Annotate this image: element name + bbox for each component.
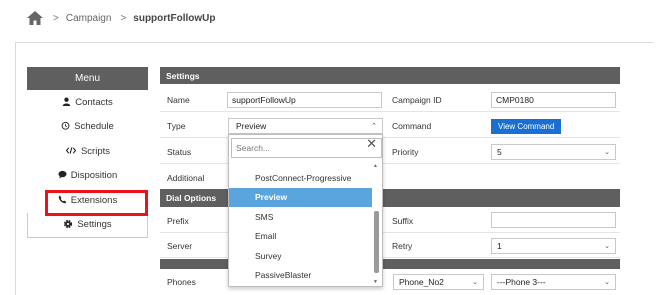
retry-select[interactable]: 1 ⌄ [491,238,616,254]
dropdown-option[interactable]: PostConnect-Progressive [229,168,372,188]
home-icon[interactable] [26,10,44,26]
menu-item-label: Schedule [74,121,114,133]
status-label: Status [167,147,192,157]
menu-item-contacts[interactable]: Contacts [27,90,148,115]
user-icon [62,97,71,108]
command-label: Command [392,121,432,131]
menu-item-disposition[interactable]: Disposition [27,164,148,189]
campaign-id-label: Campaign ID [392,95,442,105]
suffix-label: Suffix [392,216,414,226]
campaign-id-input[interactable]: CMP0180 [491,92,616,108]
scrollbar-thumb[interactable] [374,211,379,273]
menu-item-label: Contacts [75,96,113,108]
menu-item-label: Settings [77,219,112,230]
dropdown-options: PostConnect-Progressive Preview SMS Emai… [229,168,372,285]
priority-select-value: 5 [497,147,502,157]
type-dropdown: Search... ✕ PostConnect-Progressive Prev… [228,134,383,287]
settings-header: Settings [160,67,620,84]
phone-2-select[interactable]: Phone_No2 ⌄ [393,274,484,290]
chevron-down-icon: ⌄ [472,279,478,286]
retry-label: Retry [392,241,413,251]
breadcrumb-separator: > [120,12,127,24]
name-input[interactable]: supportFollowUp [227,92,382,108]
additional-label: Additional [167,173,205,183]
scroll-up-icon[interactable]: ▲ [373,163,378,169]
dropdown-option-selected[interactable]: Preview [229,187,372,207]
chevron-down-icon: ⌄ [604,243,610,250]
type-label: Type [167,121,186,131]
phones-label: Phones [167,277,196,287]
clock-icon [61,121,70,132]
code-icon [65,146,77,157]
chevron-down-icon: ⌄ [604,279,610,286]
settings-panel: Settings Name supportFollowUp Campaign I… [160,67,620,290]
menu-item-scripts[interactable]: Scripts [27,139,148,164]
gear-icon [63,219,73,231]
comment-icon [58,170,67,181]
menu-item-settings[interactable]: Settings [27,212,148,238]
dropdown-option[interactable]: Email [229,227,372,247]
dropdown-scrollbar[interactable]: ▲ ▼ [373,163,380,285]
breadcrumb: > Campaign > supportFollowUp [26,9,216,27]
breadcrumb-campaign-link[interactable]: Campaign [66,13,112,24]
type-select-value: Preview [236,121,267,131]
name-label: Name [167,95,190,105]
menu-item-label: Disposition [70,170,118,182]
dropdown-option[interactable]: PassiveBlaster [229,266,372,286]
dropdown-option[interactable]: Survey [229,246,372,266]
breadcrumb-separator: > [53,12,59,24]
suffix-input[interactable] [491,212,616,228]
view-command-button[interactable]: View Command [491,119,562,134]
menu-item-label: Scripts [80,145,111,157]
priority-label: Priority [392,147,419,157]
scroll-down-icon[interactable]: ▼ [373,279,378,285]
chevron-down-icon: ⌄ [604,149,610,156]
retry-select-value: 1 [497,241,502,251]
priority-select[interactable]: 5 ⌄ [491,144,616,160]
settings-row-name: Name supportFollowUp Campaign ID CMP0180 [160,88,620,112]
type-select[interactable]: Preview ⌃ [228,118,383,134]
server-label: Server [167,241,193,251]
highlight-annotation [45,190,148,216]
close-icon[interactable]: ✕ [366,136,377,152]
dropdown-search-input[interactable]: Search... [231,138,382,158]
phone-3-select-value: ---Phone 3--- [497,277,546,287]
breadcrumb-current: supportFollowUp [133,12,216,24]
dropdown-option[interactable]: SMS [229,207,372,227]
phone-3-select[interactable]: ---Phone 3--- ⌄ [491,274,616,290]
menu-item-schedule[interactable]: Schedule [27,115,148,140]
phone-2-select-value: Phone_No2 [399,277,444,287]
menu-header: Menu [27,67,148,90]
chevron-up-icon: ⌃ [371,123,377,130]
prefix-label: Prefix [167,216,189,226]
